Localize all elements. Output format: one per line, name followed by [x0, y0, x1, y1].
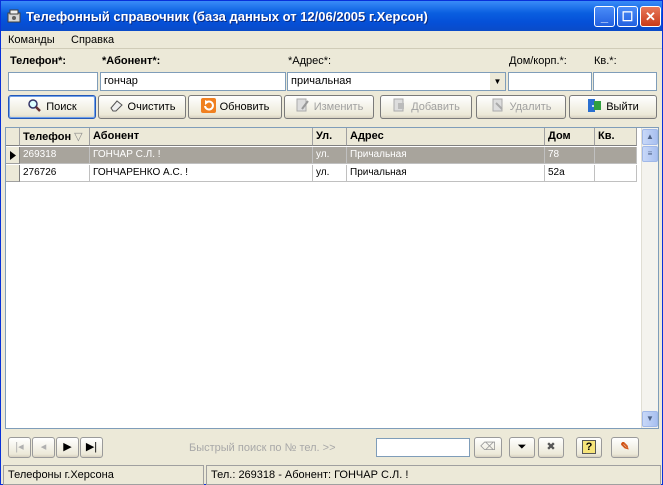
prev-record-icon: ◂ [40, 441, 47, 453]
app-icon [7, 9, 21, 23]
exit-button[interactable]: Выйти [569, 95, 657, 119]
cell-abonent: ГОНЧАР С.Л. ! [90, 147, 313, 164]
scroll-down-icon[interactable]: ▼ [642, 411, 658, 427]
col-header-address[interactable]: Адрес [347, 128, 545, 146]
last-record-icon: ▶| [85, 441, 98, 453]
search-button[interactable]: Поиск [8, 95, 96, 119]
edit-button[interactable]: Изменить [284, 95, 374, 119]
search-icon [28, 99, 42, 112]
add-icon [393, 98, 405, 112]
grid-corner [6, 128, 20, 146]
close-icon: ✕ [645, 9, 656, 24]
search-button-label: Поиск [46, 101, 77, 113]
house-field[interactable] [508, 72, 592, 91]
eraser-icon: ⌫ [480, 441, 496, 453]
apt-field[interactable] [593, 72, 657, 91]
results-grid[interactable]: Телефон ▽ Абонент Ул. Адрес Дом Кв. 2693… [5, 127, 659, 429]
next-record-icon: ▶ [63, 441, 72, 453]
cell-address: Причальная [347, 165, 545, 182]
cell-street-type: ул. [313, 165, 347, 182]
col-header-street-type[interactable]: Ул. [313, 128, 347, 146]
quick-clear-button[interactable]: ⌫ [474, 437, 502, 458]
status-left: Телефоны г.Херсона [3, 465, 204, 485]
cell-house: 52а [545, 165, 595, 182]
menu-help[interactable]: Справка [71, 34, 114, 46]
add-button[interactable]: Добавить [380, 95, 472, 119]
address-value: причальная [291, 75, 352, 87]
maximize-button[interactable]: ☐ [617, 6, 638, 27]
refresh-button[interactable]: Обновить [188, 95, 282, 119]
cell-apt [595, 147, 637, 164]
minimize-icon: _ [600, 9, 609, 24]
address-combo[interactable]: причальная ▼ [287, 72, 506, 91]
row-indicator [6, 147, 20, 164]
filter-button[interactable]: ⏷ [509, 437, 535, 458]
apt-label: Кв.*: [594, 55, 617, 67]
help-icon: ? [581, 440, 597, 454]
col-header-phone[interactable]: Телефон ▽ [20, 128, 90, 146]
next-record-button[interactable]: ▶ [56, 437, 79, 458]
col-header-apt[interactable]: Кв. [595, 128, 637, 146]
edit-icon [296, 98, 309, 112]
abonent-field[interactable]: гончар [100, 72, 286, 91]
maximize-icon: ☐ [621, 9, 634, 24]
help-button[interactable]: ? [576, 437, 602, 458]
delete-button[interactable]: Удалить [476, 95, 566, 119]
status-right: Тел.: 269318 - Абонент: ГОНЧАР С.Л. ! [206, 465, 661, 485]
first-record-button[interactable]: |◂ [8, 437, 31, 458]
scroll-up-icon[interactable]: ▲ [642, 129, 658, 145]
delete-icon [492, 98, 503, 112]
pen-button[interactable]: ✎ [611, 437, 639, 458]
refresh-button-label: Обновить [219, 101, 270, 113]
quick-search-label: Быстрый поиск по № тел. >> [189, 442, 336, 454]
cell-phone: 269318 [20, 147, 90, 164]
eraser-icon [109, 100, 123, 112]
col-header-abonent[interactable]: Абонент [90, 128, 313, 146]
main-window: Телефонный справочник (база данных от 12… [0, 0, 663, 485]
exit-button-label: Выйти [606, 101, 639, 113]
last-record-button[interactable]: ▶| [80, 437, 103, 458]
close-icon: ✖ [546, 441, 556, 453]
add-button-label: Добавить [411, 101, 460, 113]
chevron-down-icon[interactable]: ▼ [490, 73, 505, 90]
address-label: *Адрес*: [288, 55, 332, 67]
menu-bar: Команды Справка [1, 31, 662, 49]
table-row[interactable]: 276726 ГОНЧАРЕНКО А.С. ! ул. Причальная … [6, 165, 637, 182]
house-label: Дом/корп.*: [509, 55, 567, 67]
cell-street-type: ул. [313, 147, 347, 164]
title-bar: Телефонный справочник (база данных от 12… [1, 1, 662, 31]
window-title: Телефонный справочник (база данных от 12… [26, 9, 428, 24]
table-row[interactable]: 269318 ГОНЧАР С.Л. ! ул. Причальная 78 [6, 147, 637, 164]
minimize-button[interactable]: _ [594, 6, 615, 27]
cell-address: Причальная [347, 147, 545, 164]
filter-icon: ⏷ [517, 441, 527, 453]
exit-door-icon [588, 99, 602, 112]
cell-phone: 276726 [20, 165, 90, 182]
clear-button-label: Очистить [127, 101, 176, 113]
close-button[interactable]: ✕ [640, 6, 661, 27]
cell-house: 78 [545, 147, 595, 164]
navigator-bar: |◂ ◂ ▶ ▶| Быстрый поиск по № тел. >> ⌫ ⏷… [1, 431, 662, 463]
clear-button[interactable]: Очистить [98, 95, 186, 119]
pen-icon: ✎ [620, 441, 630, 453]
row-indicator [6, 165, 20, 182]
current-row-arrow-icon [10, 151, 16, 160]
delete-button-label: Удалить [509, 101, 552, 113]
cell-apt [595, 165, 637, 182]
col-header-house[interactable]: Дом [545, 128, 595, 146]
first-record-icon: |◂ [15, 441, 24, 453]
refresh-icon [200, 98, 216, 113]
sort-arrow-icon: ▽ [74, 131, 83, 143]
menu-commands[interactable]: Команды [8, 34, 55, 46]
scroll-thumb[interactable]: ≡ [642, 146, 658, 162]
phone-label: Телефон*: [10, 55, 67, 67]
abonent-label: *Абонент*: [102, 55, 161, 67]
quick-search-input[interactable] [376, 438, 470, 457]
phone-field[interactable] [8, 72, 98, 91]
prev-record-button[interactable]: ◂ [32, 437, 55, 458]
edit-button-label: Изменить [313, 101, 364, 113]
cancel-filter-button[interactable]: ✖ [538, 437, 564, 458]
vertical-scrollbar[interactable]: ▲ ≡ ▼ [641, 128, 658, 428]
cell-abonent: ГОНЧАРЕНКО А.С. ! [90, 165, 313, 182]
